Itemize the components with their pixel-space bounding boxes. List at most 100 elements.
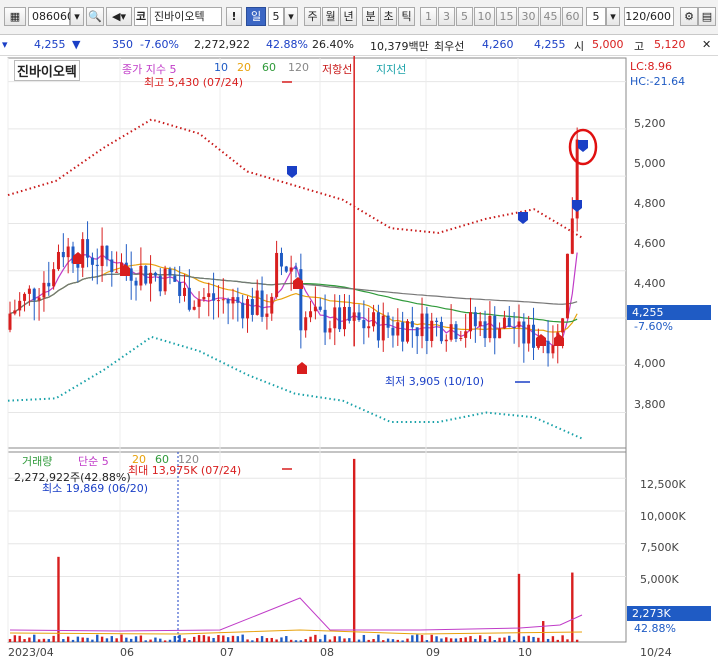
minute-10[interactable]: 10 (474, 7, 495, 26)
close-icon[interactable]: ✕ (702, 38, 711, 51)
collapse-icon[interactable]: ▾ (2, 38, 8, 51)
settings-icon[interactable]: ⚙ (680, 7, 698, 26)
volume-bar (411, 635, 414, 642)
candle-body (61, 251, 65, 258)
candle-body (192, 306, 196, 310)
volume-bar (100, 636, 104, 642)
candle-body (522, 321, 526, 344)
volume-bar (226, 637, 230, 642)
candle-body (357, 312, 361, 321)
chart-type-icon[interactable]: ▦ (4, 7, 26, 26)
volume-bar (561, 635, 564, 642)
volume-bar (18, 635, 21, 642)
candle-body (376, 312, 380, 341)
volume-bar (236, 636, 240, 642)
tab-week[interactable]: 주 (304, 7, 321, 26)
minute-1[interactable]: 1 (420, 7, 437, 26)
candle-body (469, 312, 473, 332)
stock-name: 진바이오텍 (150, 7, 222, 26)
code-dropdown-icon[interactable]: ▾ (70, 7, 84, 26)
minute-15[interactable]: 15 (496, 7, 517, 26)
tab-year[interactable]: 년 (340, 7, 357, 26)
trade-amount: 10,379백만 (370, 40, 429, 53)
volume-tick: 5,000K (640, 573, 679, 586)
candle-body (294, 267, 298, 270)
stock-code-input[interactable]: 086060 (28, 7, 74, 26)
candle-body (289, 267, 293, 272)
bid-price: 4,260 (482, 38, 514, 51)
volume-bar (372, 638, 375, 642)
y-tick: 5,200 (634, 117, 666, 130)
tab-minute[interactable]: 분 (362, 7, 379, 26)
volume-bar (256, 638, 259, 642)
count-total: /600 (646, 10, 671, 23)
minute-select[interactable]: 5 (586, 7, 606, 26)
volume-bar (76, 636, 80, 642)
candle-body (86, 239, 90, 258)
volume-bar (125, 637, 128, 642)
volume-bar (537, 637, 540, 642)
minute-60[interactable]: 60 (562, 7, 583, 26)
x-tick: 2023/04 (8, 646, 54, 659)
alert-button[interactable]: ! (226, 7, 242, 26)
volume-bar (193, 636, 196, 642)
candle-body (255, 290, 259, 315)
chart-area[interactable]: 진바이오텍 종가 지수 5 10 20 60 120 저항선 지지선 LC:8.… (0, 56, 718, 665)
volume-bar (81, 637, 84, 642)
x-tick: 10/24 (640, 646, 672, 659)
volume-bar (488, 636, 492, 642)
candle-body (309, 311, 313, 318)
candle-body (42, 282, 46, 298)
candle-body (304, 317, 308, 331)
candle-body (493, 315, 497, 339)
volume-bar (338, 636, 341, 642)
volume-bar (52, 635, 55, 642)
candle-body (183, 287, 187, 296)
chart-svg[interactable] (0, 56, 718, 665)
stock-title: 진바이오텍 (14, 60, 80, 81)
candle-body (37, 297, 41, 301)
best-bid-label: 최우선 (434, 40, 465, 53)
volume-bar (449, 638, 453, 642)
volume-bar (304, 639, 307, 642)
volume-bar (33, 634, 36, 642)
candle-body (410, 321, 414, 328)
volume-bar (260, 636, 264, 642)
chevron-down-icon[interactable]: ▾ (284, 7, 298, 26)
tab-month[interactable]: 월 (322, 7, 339, 26)
tab-tick[interactable]: 틱 (398, 7, 415, 26)
volume-bar (474, 638, 477, 642)
candle-body (430, 320, 434, 341)
volume-bar (440, 638, 443, 642)
volume-bar (202, 635, 206, 642)
search-icon[interactable]: 🔍 (86, 7, 104, 26)
candle-body (483, 321, 487, 339)
minute-5[interactable]: 5 (456, 7, 473, 26)
candle-body (386, 315, 390, 328)
volume-bar (280, 637, 283, 642)
count-value: 120 (625, 10, 647, 23)
candle-body (90, 257, 94, 265)
day-interval-input[interactable]: 5 (268, 7, 284, 26)
toolbar: ▦ 086060 ▾ 🔍 ◀▾ 코 진바이오텍 ! 일 5 ▾ 주 월 년 분 … (0, 0, 718, 35)
minute-3[interactable]: 3 (438, 7, 455, 26)
count-field[interactable]: 120/600 (624, 7, 674, 26)
volume-bar (309, 636, 312, 642)
layout-icon[interactable]: ▤ (698, 7, 716, 26)
volume-ratio: 42.88% (266, 38, 308, 51)
volume-bar (445, 637, 448, 642)
volume-bar (406, 638, 409, 642)
volume-bar (512, 639, 516, 642)
legend-support: 지지선 (376, 63, 407, 76)
minute-45[interactable]: 45 (540, 7, 561, 26)
minute-30[interactable]: 30 (518, 7, 539, 26)
chevron-down-icon[interactable]: ▾ (606, 7, 620, 26)
current-volume-tag: 2,273K (627, 606, 711, 621)
candle-body (149, 272, 153, 284)
tab-day[interactable]: 일 (246, 7, 266, 26)
tab-second[interactable]: 초 (380, 7, 397, 26)
volume-bar (134, 636, 138, 642)
volume-bar (493, 640, 496, 642)
volume-bar (37, 639, 41, 642)
speaker-icon[interactable]: ◀▾ (106, 7, 132, 26)
